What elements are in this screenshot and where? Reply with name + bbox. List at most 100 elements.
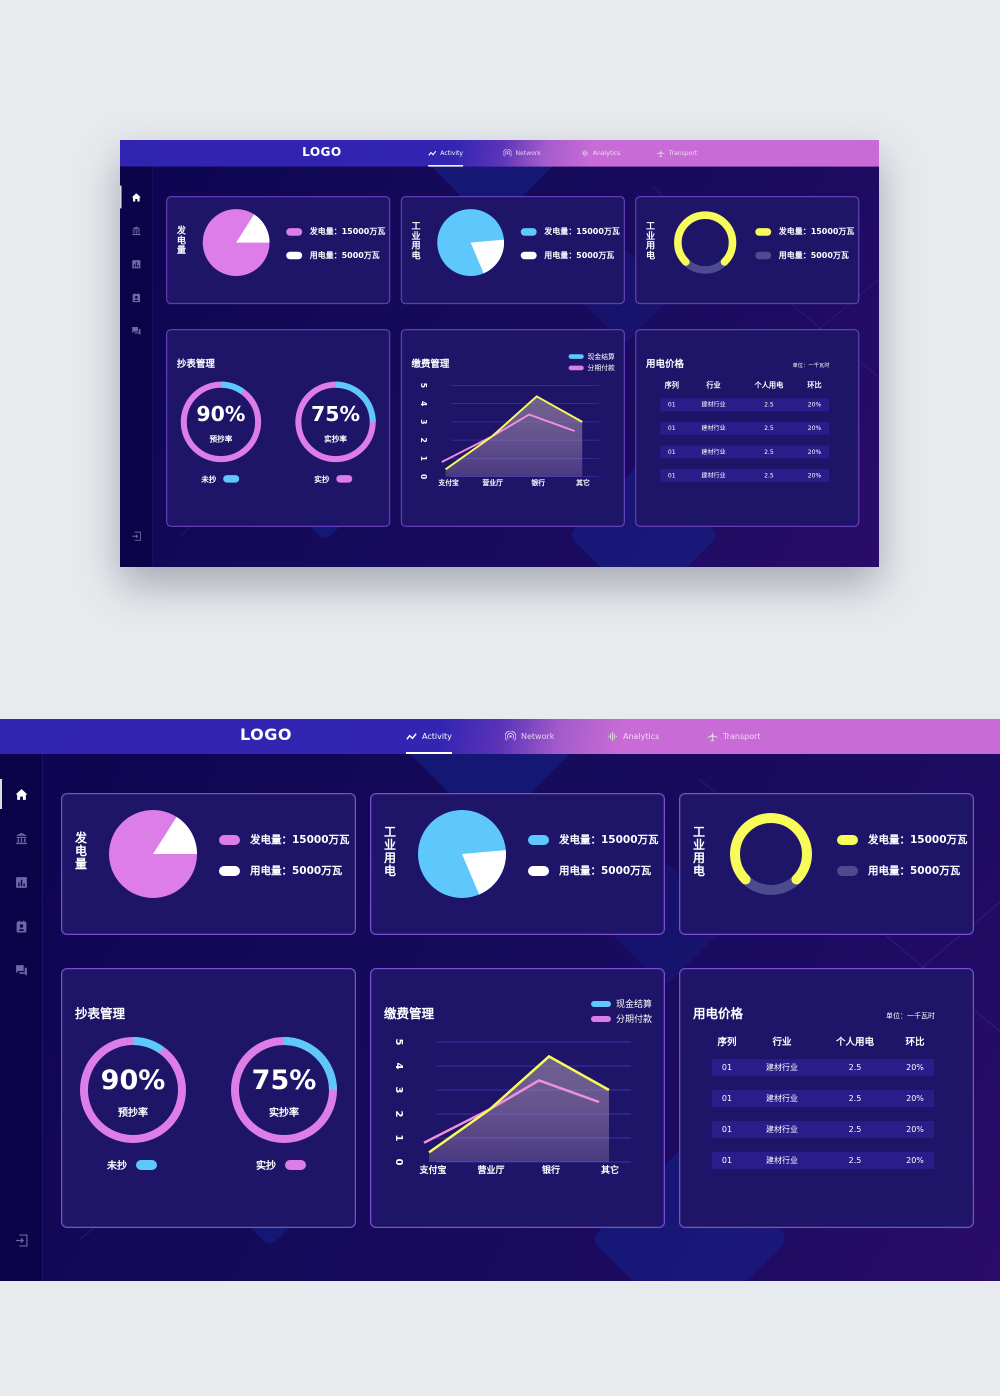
sidebar-item-home[interactable] <box>13 786 29 802</box>
legend-item: 发电量：15000万瓦 <box>520 226 620 237</box>
area-fill <box>445 396 583 477</box>
table-row[interactable]: 01 建材行业 2.5 20% <box>660 398 829 412</box>
card-generation: 发电量 发电量：15000万瓦 用电量：5000万瓦 <box>166 196 391 305</box>
sidebar-item-contacts[interactable] <box>13 918 29 934</box>
legend-item: 用电量：5000万瓦 <box>837 863 960 878</box>
y-tick-label: 4 <box>419 401 428 406</box>
tab-label: Analytics <box>623 732 660 741</box>
sidebar-item-contacts[interactable] <box>130 291 142 303</box>
network-icon <box>503 149 512 157</box>
x-tick-label: 支付宝 <box>437 478 459 487</box>
table-row[interactable]: 01 建材行业 2.5 20% <box>712 1059 934 1076</box>
table-row[interactable]: 01 建材行业 2.5 20% <box>660 468 829 482</box>
ring-segment-generation <box>730 813 812 885</box>
table-cell: 20% <box>906 1156 924 1165</box>
y-tick-label: 0 <box>393 1159 404 1166</box>
sidebar-item-reports[interactable] <box>13 874 29 890</box>
table-row[interactable]: 01 建材行业 2.5 20% <box>660 421 829 435</box>
contact-card-icon <box>132 292 140 302</box>
ring-segment-usage <box>740 874 802 895</box>
table-cell: 20% <box>906 1094 924 1103</box>
legend-item: 用电量：5000万瓦 <box>219 863 342 878</box>
card-label: 工业用电 <box>645 220 656 261</box>
pie-chart-industry <box>418 810 506 898</box>
table-cell: 01 <box>667 424 676 432</box>
logo[interactable]: LOGO <box>302 145 341 159</box>
table-cell: 建材行业 <box>701 424 726 432</box>
legend-swatch <box>219 865 240 876</box>
y-tick-label: 5 <box>419 383 428 388</box>
table-cell: 建材行业 <box>766 1125 798 1134</box>
x-tick-label: 营业厅 <box>477 1164 504 1176</box>
sidebar-item-messages[interactable] <box>130 325 142 337</box>
sidebar-item-bank[interactable] <box>130 224 142 236</box>
legend-swatch <box>219 834 240 845</box>
sidebar-item-bank[interactable] <box>13 830 29 846</box>
gauge-value: 75% <box>251 1065 317 1096</box>
x-tick-label: 支付宝 <box>418 1164 446 1176</box>
card-label: 发电量 <box>74 831 87 871</box>
card-title: 用电价格 <box>693 1006 744 1021</box>
tab-analytics[interactable]: Analytics <box>581 140 621 167</box>
card-label: 工业用电 <box>411 220 421 261</box>
logout-button[interactable] <box>13 1232 29 1248</box>
table-cell: 建材行业 <box>701 448 726 456</box>
tab-network[interactable]: Network <box>505 719 554 754</box>
table-cell: 01 <box>667 448 676 456</box>
legend-item: 用电量：5000万瓦 <box>528 863 651 878</box>
legend-swatch <box>336 474 353 483</box>
card-label: 工业用电 <box>383 825 396 878</box>
gauge-label: 预抄率 <box>118 1108 148 1119</box>
table-header: 序列 行业 个人用电 环比 <box>680 1034 973 1048</box>
tab-transport[interactable]: Transport <box>707 719 761 754</box>
card-title: 抄表管理 <box>75 1006 126 1021</box>
pie-chart-generation <box>202 209 270 277</box>
legend-swatch <box>528 834 549 845</box>
sidebar-item-reports[interactable] <box>130 258 142 270</box>
sidebar-item-home[interactable] <box>130 191 142 203</box>
tab-activity[interactable]: Activity <box>406 719 452 754</box>
tab-activity[interactable]: Activity <box>428 140 463 167</box>
tab-network[interactable]: Network <box>503 140 541 167</box>
table-cell: 建材行业 <box>766 1094 798 1103</box>
analytics-icon <box>581 149 589 157</box>
active-indicator <box>0 779 2 809</box>
top-nav-bar: LOGO Activity Network Analytics Transpor… <box>120 140 879 167</box>
tab-label: Analytics <box>592 149 621 157</box>
y-tick-label: 4 <box>393 1063 404 1070</box>
gauge-value: 90% <box>196 402 246 427</box>
legend-item: 用电量：5000万瓦 <box>755 249 849 260</box>
card-industry-ring: 工业用电 发电量：15000万瓦 用电量：5000万瓦 <box>679 793 974 935</box>
card-label: 发电量 <box>176 225 187 256</box>
card-generation: 发电量 发电量：15000万瓦 用电量：5000万瓦 <box>61 793 356 935</box>
tab-analytics[interactable]: Analytics <box>607 719 659 754</box>
logout-button[interactable] <box>130 530 142 542</box>
legend-label: 发电量：15000万瓦 <box>250 834 350 846</box>
legend-label: 用电量：5000万瓦 <box>544 250 615 261</box>
pie-chart-generation <box>109 810 197 898</box>
card-payment-management: 缴费管理 现金结算 分期付款 0 1 2 3 4 5 支付宝 营业厅 银行 其它 <box>400 329 625 527</box>
table-row[interactable]: 01 建材行业 2.5 20% <box>712 1121 934 1138</box>
bank-icon <box>15 832 27 844</box>
logo[interactable]: LOGO <box>240 725 292 744</box>
sidebar-item-messages[interactable] <box>13 962 29 978</box>
legend-swatch <box>286 251 303 259</box>
legend-swatch <box>285 1159 306 1170</box>
gauge-label: 实抄率 <box>269 1108 299 1119</box>
pie-chart-industry <box>437 209 505 277</box>
legend-item: 用电量：5000万瓦 <box>520 249 615 261</box>
table-cell: 20% <box>807 424 822 432</box>
legend-label: 实抄 <box>314 475 330 485</box>
table-row[interactable]: 01 建材行业 2.5 20% <box>712 1152 934 1169</box>
ring-chart-industry <box>730 813 812 895</box>
dashboard-full: LOGO Activity Network Analytics Transpor… <box>0 719 1000 1281</box>
legend-label: 发电量：15000万瓦 <box>559 834 659 846</box>
gauge-actual: 75% 实抄率 <box>294 380 377 464</box>
table-cell: 01 <box>721 1156 733 1165</box>
tab-transport[interactable]: Transport <box>656 140 697 167</box>
table-row[interactable]: 01 建材行业 2.5 20% <box>712 1090 934 1107</box>
area-fill <box>429 1056 609 1162</box>
table-row[interactable]: 01 建材行业 2.5 20% <box>660 445 829 459</box>
ring-segment-generation <box>674 211 737 266</box>
tab-label: Activity <box>440 149 464 157</box>
